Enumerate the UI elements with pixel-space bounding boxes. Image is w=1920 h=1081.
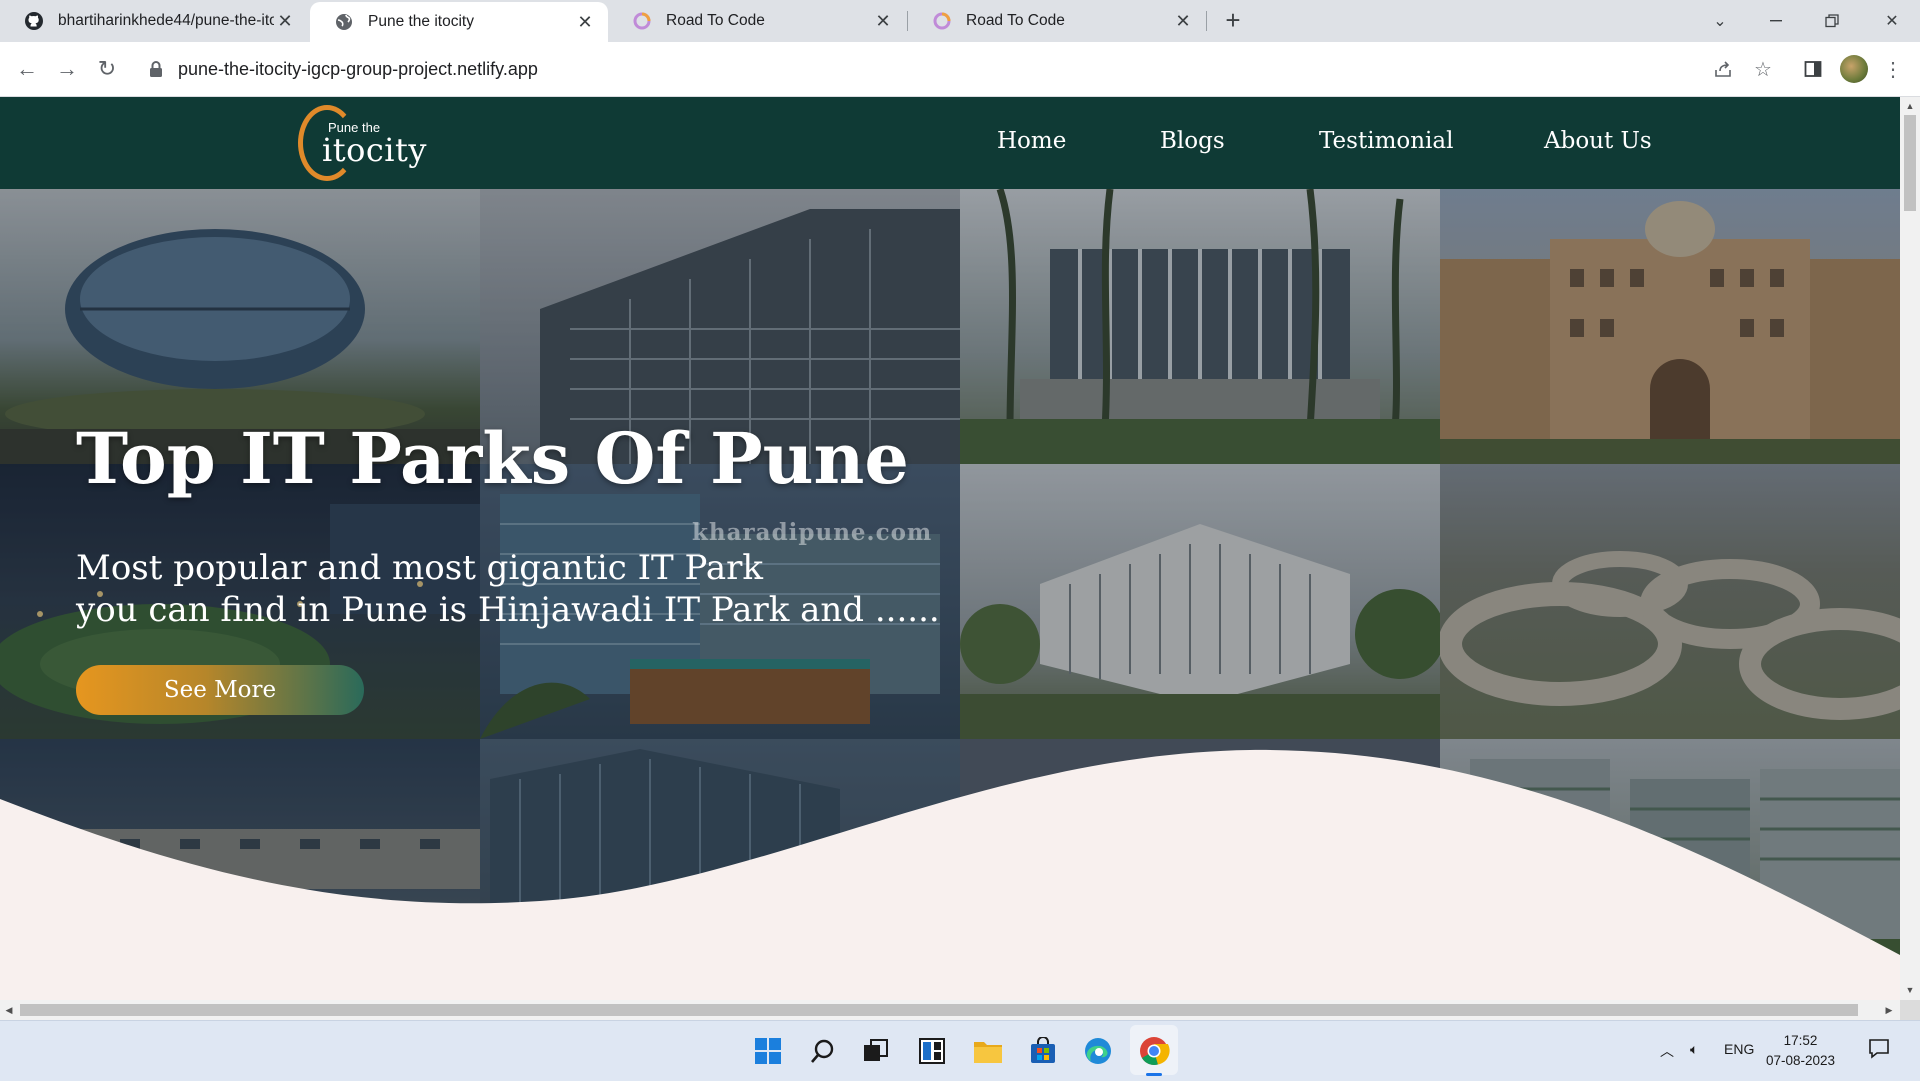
reload-icon[interactable]: ↻ [94, 56, 120, 82]
scroll-right-icon[interactable]: ▶ [1884, 1005, 1894, 1015]
road-to-code-icon [632, 11, 652, 31]
image-watermark: kharadipune.com [692, 519, 933, 546]
share-icon[interactable] [1710, 56, 1736, 82]
microsoft-store-icon[interactable] [1027, 1035, 1059, 1067]
logo-big-text: itocity [322, 131, 427, 169]
scroll-down-icon[interactable]: ▼ [1905, 985, 1915, 995]
close-tab-icon[interactable]: ✕ [872, 10, 894, 32]
tab-search-icon[interactable]: ⌄ [1692, 0, 1748, 42]
site-header: Pune the itocity Home Blogs Testimonial … [0, 97, 1900, 189]
scrollbar-thumb[interactable] [20, 1004, 1858, 1016]
tab-title: Pune the itocity [368, 13, 474, 30]
close-window-icon[interactable]: ✕ [1864, 0, 1920, 42]
close-tab-icon[interactable]: ✕ [274, 10, 296, 32]
it-park-photo [0, 739, 480, 1000]
scroll-up-icon[interactable]: ▲ [1905, 101, 1915, 111]
active-app-indicator [1146, 1073, 1162, 1076]
language-indicator[interactable]: ENG [1724, 1041, 1754, 1057]
tab-github[interactable]: bhartiharinkhede44/pune-the-ito ✕ [0, 0, 308, 42]
site-logo[interactable]: Pune the itocity [298, 103, 428, 185]
file-explorer-icon[interactable] [972, 1035, 1004, 1067]
side-panel-icon[interactable] [1800, 56, 1826, 82]
tab-title: Road To Code [966, 12, 1065, 29]
windows-start-icon[interactable] [752, 1035, 784, 1067]
nav-testimonial[interactable]: Testimonial [1319, 128, 1453, 154]
github-icon [24, 11, 44, 31]
it-park-photo [960, 739, 1440, 1000]
scrollbar-thumb[interactable] [1904, 115, 1916, 211]
notifications-icon[interactable] [1868, 1037, 1890, 1062]
tab-title: Road To Code [666, 12, 765, 29]
edge-icon[interactable] [1082, 1035, 1114, 1067]
lock-icon[interactable] [148, 60, 164, 78]
hero-section: kharadipune.com Top IT Parks Of Pune Mos… [0, 189, 1900, 1000]
clock-time: 17:52 [1783, 1033, 1818, 1048]
tab-road-to-code-2[interactable]: Road To Code ✕ [908, 0, 1206, 42]
close-tab-icon[interactable]: ✕ [1172, 10, 1194, 32]
hero-title: Top IT Parks Of Pune [76, 417, 909, 500]
scrollbar-corner [1900, 1000, 1920, 1020]
profile-avatar[interactable] [1840, 55, 1868, 83]
it-park-photo [1440, 739, 1900, 1000]
hero-description-line: Most popular and most gigantic IT Park [76, 548, 764, 588]
tab-road-to-code-1[interactable]: Road To Code ✕ [608, 0, 906, 42]
show-hidden-icons-icon[interactable]: ︿ [1660, 1041, 1674, 1061]
address-bar: ← → ↻ pune-the-itocity-igcp-group-projec… [0, 42, 1920, 97]
url-input[interactable]: pune-the-itocity-igcp-group-project.netl… [178, 59, 538, 80]
hero-description-line: you can find in Pune is Hinjawadi IT Par… [76, 590, 940, 630]
tab-pune-itocity[interactable]: Pune the itocity ✕ [310, 2, 608, 42]
tab-strip: bhartiharinkhede44/pune-the-ito ✕ Pune t… [0, 0, 1920, 42]
horizontal-scrollbar[interactable]: ◀ ▶ [0, 1000, 1900, 1020]
globe-icon [334, 12, 354, 32]
back-icon[interactable]: ← [14, 56, 40, 82]
task-view-icon[interactable] [860, 1035, 892, 1067]
it-park-photo [960, 189, 1440, 464]
close-tab-icon[interactable]: ✕ [574, 11, 596, 33]
nav-home[interactable]: Home [997, 128, 1066, 154]
volume-icon[interactable]: 🔈︎ [1690, 1041, 1698, 1058]
new-tab-button[interactable]: + [1220, 7, 1246, 34]
clock-date: 07-08-2023 [1766, 1053, 1836, 1068]
hero-description: Most popular and most gigantic IT Park y… [76, 547, 976, 631]
taskbar: ︿ 🔈︎ ENG 17:52 07-08-2023 [0, 1020, 1920, 1081]
see-more-button[interactable]: See More [76, 665, 364, 715]
chrome-icon[interactable] [1138, 1035, 1170, 1067]
it-park-photo [1440, 189, 1900, 464]
widgets-icon[interactable] [916, 1035, 948, 1067]
vertical-scrollbar[interactable]: ▲ ▼ [1900, 97, 1920, 1000]
it-park-photo [480, 739, 960, 1000]
tab-title: bhartiharinkhede44/pune-the-ito [58, 12, 274, 29]
it-park-photo [960, 464, 1440, 739]
page-viewport: Pune the itocity Home Blogs Testimonial … [0, 97, 1900, 1000]
minimize-icon[interactable] [1748, 0, 1804, 42]
restore-icon[interactable] [1804, 0, 1860, 42]
search-icon[interactable] [807, 1035, 839, 1067]
bookmark-star-icon[interactable]: ☆ [1750, 56, 1776, 82]
forward-icon[interactable]: → [54, 56, 80, 82]
road-to-code-icon [932, 11, 952, 31]
tab-separator [1206, 11, 1207, 31]
it-park-photo [1440, 464, 1900, 739]
nav-about-us[interactable]: About Us [1544, 128, 1652, 154]
nav-blogs[interactable]: Blogs [1160, 128, 1225, 154]
scroll-left-icon[interactable]: ◀ [4, 1005, 14, 1015]
system-clock[interactable]: 17:52 07-08-2023 [1766, 1031, 1835, 1071]
more-menu-icon[interactable]: ⋮ [1880, 56, 1906, 82]
